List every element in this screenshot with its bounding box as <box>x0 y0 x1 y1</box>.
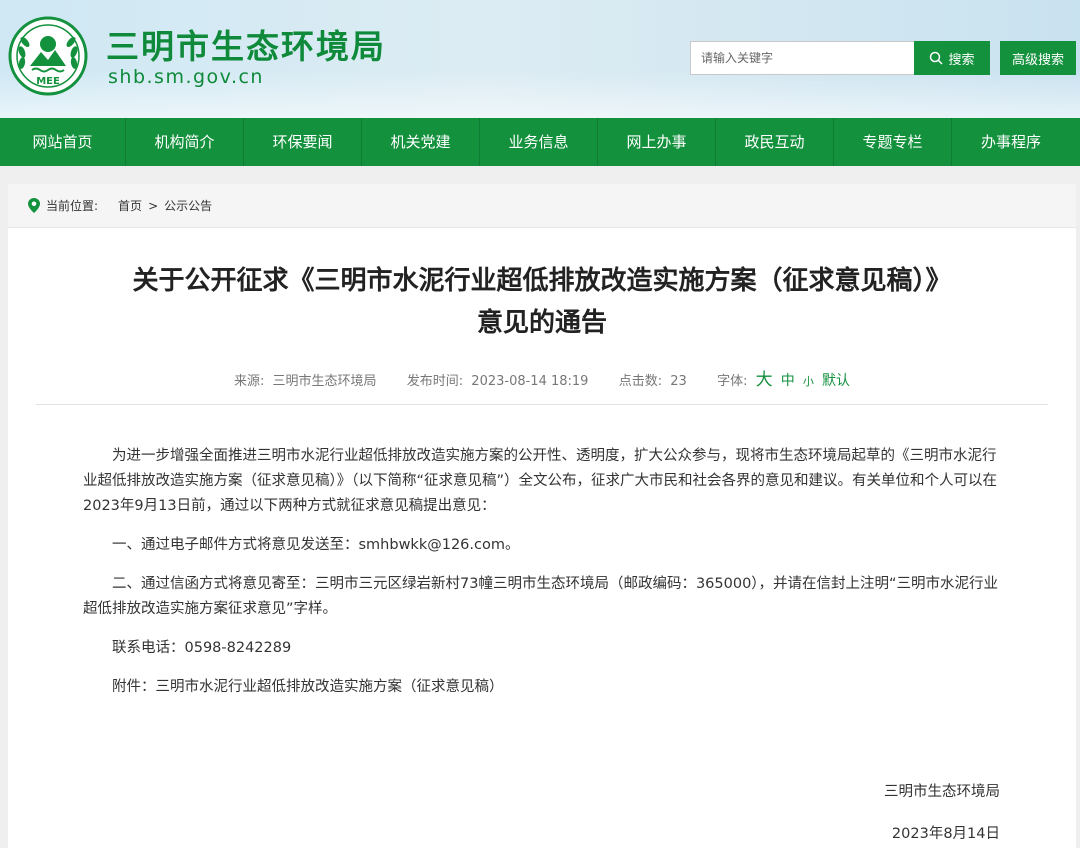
nav-item-procedures[interactable]: 办事程序 <box>952 118 1070 166</box>
article-date: 2023年8月14日 <box>891 826 1000 842</box>
article-paragraph: 为进一步增强全面推进三明市水泥行业超低排放改造实施方案的公开性、透明度，扩大公众… <box>83 448 998 514</box>
nav-item-news[interactable]: 环保要闻 <box>244 118 362 166</box>
article-title-line2: 意见的通告 <box>476 308 607 338</box>
nav-item-party[interactable]: 机关党建 <box>362 118 480 166</box>
article-body: 为进一步增强全面推进三明市水泥行业超低排放改造实施方案的公开性、透明度，扩大公众… <box>83 444 1003 714</box>
font-size-medium-button[interactable]: 中 <box>781 373 795 389</box>
source-label: 来源: <box>233 374 265 389</box>
mee-logo-icon[interactable]: MEE <box>8 16 88 96</box>
time-value: 2023-08-14 18:19 <box>471 374 589 389</box>
article-signature: 三明市生态环境局 <box>884 784 1000 800</box>
article-meta: 来源: 三明市生态环境局 发布时间: 2023-08-14 18:19 点击数:… <box>8 365 1076 390</box>
nav-item-interaction[interactable]: 政民互动 <box>716 118 834 166</box>
nav-item-topics[interactable]: 专题专栏 <box>834 118 952 166</box>
site-domain: shb.sm.gov.cn <box>108 66 264 88</box>
attachment-link[interactable]: 附件：三明市水泥行业超低排放改造实施方案（征求意见稿） <box>83 675 1003 700</box>
breadcrumb-home-link[interactable]: 首页 <box>118 197 142 214</box>
breadcrumb-separator: > <box>148 198 159 213</box>
site-title[interactable]: 三明市生态环境局 <box>106 20 386 68</box>
title-divider <box>36 404 1048 405</box>
search-icon <box>930 51 944 65</box>
nav-item-online-service[interactable]: 网上办事 <box>598 118 716 166</box>
breadcrumb-current-link[interactable]: 公示公告 <box>164 197 212 214</box>
location-pin-icon <box>28 198 40 213</box>
article-paragraph: 联系电话：0598-8242289 <box>112 640 292 656</box>
search-button[interactable]: 搜索 <box>914 41 990 75</box>
font-size-label: 字体: <box>717 374 748 389</box>
font-size-default-button[interactable]: 默认 <box>822 373 850 389</box>
main-nav: 网站首页 机构简介 环保要闻 机关党建 业务信息 网上办事 政民互动 专题专栏 … <box>0 118 1080 166</box>
advanced-search-button[interactable]: 高级搜索 <box>1000 41 1076 75</box>
clicks-label: 点击数: <box>618 374 663 389</box>
content-panel: 当前位置: 首页 > 公示公告 关于公开征求《三明市水泥行业超低排放改造实施方案… <box>8 184 1076 848</box>
article-paragraph: 二、通过信函方式将意见寄至：三明市三元区绿岩新村73幢三明市生态环境局（邮政编码… <box>83 576 999 617</box>
breadcrumb-label: 当前位置: <box>46 199 99 213</box>
nav-item-business[interactable]: 业务信息 <box>480 118 598 166</box>
article-title: 关于公开征求《三明市水泥行业超低排放改造实施方案（征求意见稿）》 意见的通告 <box>8 260 1076 344</box>
clicks-value: 23 <box>670 374 687 389</box>
font-size-small-button[interactable]: 小 <box>803 375 814 388</box>
source-value: 三明市生态环境局 <box>272 374 377 389</box>
search-input[interactable] <box>690 41 915 75</box>
article-paragraph: 一、通过电子邮件方式将意见发送至：smhbwkk@126.com。 <box>112 537 520 553</box>
font-size-large-button[interactable]: 大 <box>756 370 773 390</box>
logo-text: MEE <box>36 76 60 87</box>
site-header: MEE 三明市生态环境局 shb.sm.gov.cn 搜索 高级搜索 <box>0 0 1080 118</box>
time-label: 发布时间: <box>406 374 464 389</box>
search-button-label: 搜索 <box>948 52 975 68</box>
nav-item-about[interactable]: 机构简介 <box>126 118 244 166</box>
nav-item-home[interactable]: 网站首页 <box>0 118 126 166</box>
article-title-line1: 关于公开征求《三明市水泥行业超低排放改造实施方案（征求意见稿）》 <box>132 266 952 296</box>
breadcrumb: 当前位置: 首页 > 公示公告 <box>8 184 1076 228</box>
